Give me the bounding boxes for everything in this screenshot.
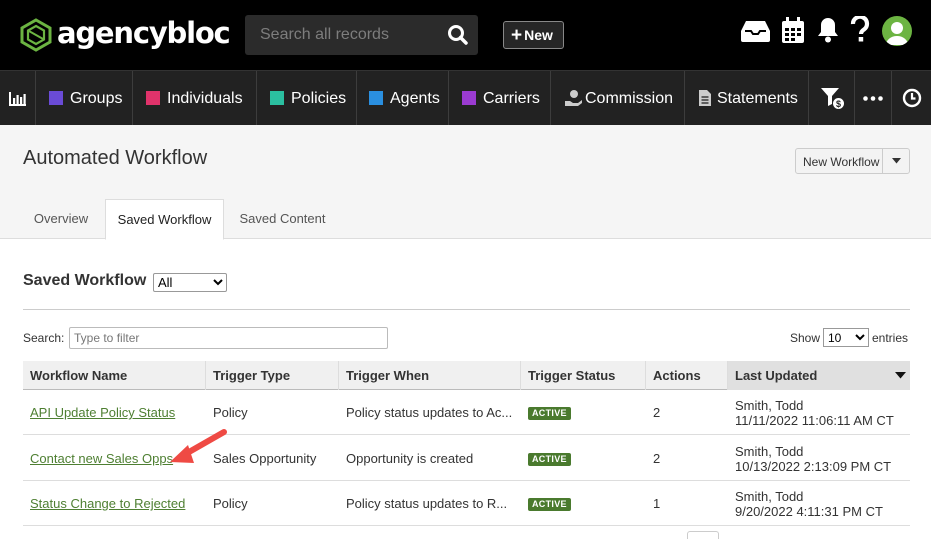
agencybloc-logo[interactable]: agencybloc — [19, 16, 231, 53]
nav-carriers-label: Carriers — [483, 90, 540, 107]
document-icon — [699, 90, 711, 106]
hand-coin-icon — [565, 90, 582, 106]
nav-individuals[interactable]: Individuals — [133, 71, 257, 126]
trigger-when: Opportunity is created — [346, 451, 474, 466]
workflow-name-link[interactable]: Contact new Sales Opps — [30, 451, 173, 466]
nav-dashboard[interactable] — [0, 71, 36, 126]
nav-agents[interactable]: Agents — [357, 71, 449, 126]
individuals-color-icon — [146, 91, 160, 105]
updated-at: 11/11/2022 11:06:11 AM CT — [735, 413, 894, 428]
new-button[interactable]: + New — [503, 21, 564, 49]
nav-filter-payments[interactable]: $ — [809, 71, 855, 126]
brand-name: agencybloc — [57, 16, 231, 50]
actions-count: 2 — [653, 405, 661, 420]
page-title: Automated Workflow — [23, 147, 208, 169]
groups-color-icon — [49, 91, 63, 105]
sort-desc-icon — [895, 372, 906, 379]
nav-statements-label: Statements — [717, 90, 798, 107]
col-trigger-type[interactable]: Trigger Type — [206, 361, 339, 390]
workflow-filter-select[interactable]: All — [153, 273, 227, 292]
annotation-arrow-icon — [170, 429, 227, 463]
more-icon — [863, 96, 883, 101]
section-title: Saved Workflow — [23, 272, 147, 289]
nav-more[interactable] — [855, 71, 892, 126]
pagination[interactable] — [687, 531, 719, 539]
show-label: Show — [790, 331, 821, 345]
bar-chart-icon — [9, 92, 26, 106]
table-search-input[interactable] — [69, 327, 388, 349]
status-badge: ACTIVE — [528, 498, 571, 511]
table-search-label: Search: — [23, 331, 65, 345]
tab-saved-content[interactable]: Saved Content — [230, 199, 335, 239]
trigger-when: Policy status updates to R... — [346, 496, 508, 511]
caret-down-icon — [892, 158, 901, 164]
top-bar: agencybloc +New — [0, 0, 931, 70]
nav-commission[interactable]: Commission — [551, 71, 685, 126]
svg-text:$: $ — [836, 99, 841, 109]
actions-count: 2 — [653, 451, 661, 466]
trigger-when: Policy status updates to Ac... — [346, 405, 513, 420]
nav-groups[interactable]: Groups — [36, 71, 133, 126]
nav-individuals-label: Individuals — [167, 90, 243, 107]
updated-by: Smith, Todd — [735, 444, 804, 459]
page-header: Automated Workflow New Workflow Overview… — [0, 125, 931, 240]
nav-agents-label: Agents — [390, 90, 440, 107]
clock-icon — [902, 88, 922, 108]
tab-overview[interactable]: Overview — [23, 199, 99, 239]
col-last-updated[interactable]: Last Updated — [728, 361, 910, 390]
nav-history[interactable] — [892, 71, 931, 126]
calendar-icon[interactable] — [781, 17, 805, 44]
table-row: Status Change to Rejected Policy Policy … — [23, 481, 910, 526]
nav-policies[interactable]: Policies — [257, 71, 357, 126]
workflow-name-link[interactable]: API Update Policy Status — [30, 405, 175, 420]
nav-policies-label: Policies — [291, 90, 347, 107]
status-badge: ACTIVE — [528, 453, 571, 466]
nav-carriers[interactable]: Carriers — [449, 71, 551, 126]
new-button-label: New — [524, 27, 553, 43]
cube-logo-icon — [20, 18, 52, 52]
policies-color-icon — [270, 91, 284, 105]
col-trigger-status[interactable]: Trigger Status — [521, 361, 646, 390]
bell-icon[interactable] — [817, 16, 839, 43]
new-workflow-dropdown[interactable] — [882, 149, 910, 173]
search-icon[interactable] — [447, 24, 469, 46]
updated-at: 9/20/2022 4:11:31 PM CT — [735, 504, 883, 519]
status-badge: ACTIVE — [528, 407, 571, 420]
table-row: Contact new Sales Opps Sales Opportunity… — [23, 436, 910, 481]
user-avatar[interactable] — [882, 16, 912, 46]
updated-by: Smith, Todd — [735, 398, 804, 413]
agents-color-icon — [369, 91, 383, 105]
inbox-icon[interactable] — [740, 19, 771, 43]
new-workflow-label: New Workflow — [803, 155, 880, 169]
page-size-select[interactable]: 10 — [823, 328, 869, 347]
nav-statements[interactable]: Statements — [685, 71, 809, 126]
actions-count: 1 — [653, 496, 661, 511]
global-search-input[interactable] — [245, 15, 435, 55]
plus-icon: + — [511, 25, 523, 46]
updated-at: 10/13/2022 2:13:09 PM CT — [735, 459, 892, 474]
table-header: Workflow Name Trigger Type Trigger When … — [23, 361, 910, 390]
workflow-name-link[interactable]: Status Change to Rejected — [30, 496, 185, 511]
global-search — [245, 15, 478, 55]
new-workflow-button[interactable]: New Workflow — [795, 148, 910, 174]
help-icon[interactable] — [850, 16, 870, 43]
nav-groups-label: Groups — [70, 90, 123, 107]
carriers-color-icon — [462, 91, 476, 105]
col-trigger-when[interactable]: Trigger When — [339, 361, 521, 390]
filter-dollar-icon: $ — [821, 88, 845, 110]
entries-label: entries — [872, 331, 909, 345]
table-row: API Update Policy Status Policy Policy s… — [23, 390, 910, 435]
updated-by: Smith, Todd — [735, 489, 804, 504]
divider — [23, 309, 910, 310]
user-icon — [886, 22, 908, 45]
col-last-updated-label: Last Updated — [735, 368, 818, 383]
tab-saved-workflow[interactable]: Saved Workflow — [105, 199, 224, 240]
nav-commission-label: Commission — [585, 90, 674, 107]
col-workflow-name[interactable]: Workflow Name — [23, 361, 206, 390]
col-actions[interactable]: Actions — [646, 361, 728, 390]
trigger-type: Policy — [213, 496, 248, 511]
main-nav: Groups Individuals Policies Agents Carri… — [0, 70, 931, 126]
